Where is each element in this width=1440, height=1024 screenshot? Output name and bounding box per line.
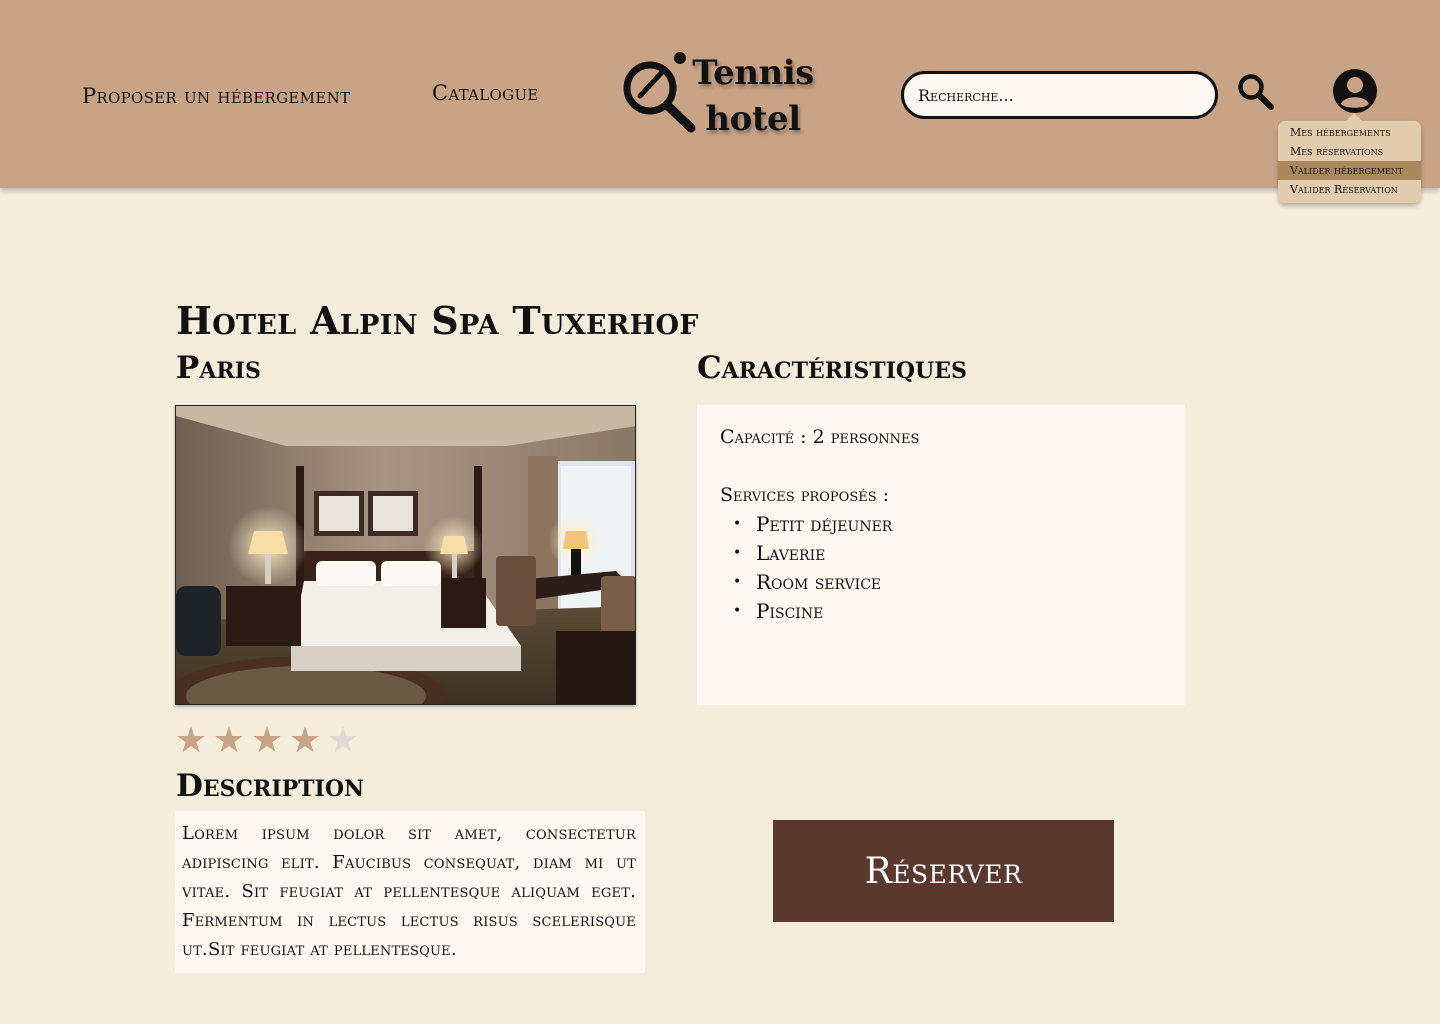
- capacity-text: Capacité : 2 personnes: [720, 426, 920, 448]
- menu-item-my-reservations[interactable]: Mes réservations: [1278, 142, 1421, 161]
- logo-line-1: Tennis: [692, 53, 814, 93]
- user-circle-icon: [1333, 69, 1377, 113]
- characteristics-title: Caractéristiques: [697, 350, 967, 386]
- service-item-label: Room service: [756, 570, 882, 594]
- services-list: • Petit déjeuner • Laverie • Room service •…: [720, 510, 1185, 626]
- service-item-label: Piscine: [756, 599, 824, 623]
- search-button[interactable]: [1236, 72, 1276, 112]
- services-label: Services proposés :: [720, 484, 890, 506]
- description-box: Lorem ipsum dolor sit amet, consectetur …: [175, 811, 645, 973]
- characteristics-box: Capacité : 2 personnes Services proposés…: [697, 405, 1185, 705]
- star-filled-icon: ★: [212, 720, 246, 761]
- service-item: • Room service: [733, 570, 882, 594]
- nav-propose-accommodation[interactable]: Proposer un hébergement: [82, 84, 350, 108]
- search-box: [901, 71, 1218, 119]
- logo-text: Tennis hotel: [688, 50, 818, 142]
- star-filled-icon: ★: [250, 720, 284, 761]
- search-icon: [1238, 74, 1274, 110]
- service-item: • Laverie: [733, 541, 826, 565]
- service-item-label: Petit déjeuner: [756, 512, 893, 536]
- logo[interactable]: Tennis hotel: [618, 48, 818, 148]
- service-item: • Petit déjeuner: [733, 512, 893, 536]
- hotel-room-image: [176, 406, 635, 704]
- description-title: Description: [176, 768, 365, 804]
- nav-catalogue[interactable]: Catalogue: [432, 81, 539, 105]
- logo-line-2: hotel: [705, 99, 801, 139]
- search-input[interactable]: [904, 74, 1215, 116]
- menu-item-validate-reservation[interactable]: Valider Réservation: [1278, 180, 1421, 199]
- menu-item-my-accommodations[interactable]: Mes hébergements: [1278, 123, 1421, 142]
- service-item-label: Laverie: [756, 541, 826, 565]
- tennis-racket-magnifier-icon: [623, 52, 696, 133]
- service-item: • Piscine: [733, 599, 824, 623]
- description-text: Lorem ipsum dolor sit amet, consectetur …: [182, 823, 636, 960]
- star-filled-icon: ★: [288, 720, 322, 761]
- star-filled-icon: ★: [174, 720, 208, 761]
- reserve-button[interactable]: Réserver: [773, 820, 1114, 922]
- user-menu-dropdown: Mes hébergements Mes réservations Valide…: [1278, 113, 1421, 203]
- user-account-button[interactable]: [1332, 68, 1378, 114]
- hotel-city: Paris: [176, 350, 261, 386]
- hotel-room-photo: [175, 405, 636, 705]
- hotel-name: Hotel Alpin Spa Tuxerhof: [176, 298, 699, 343]
- top-header: Proposer un hébergement Catalogue Tennis…: [0, 0, 1440, 203]
- star-empty-icon: ★: [326, 720, 360, 761]
- star-rating: ★ ★ ★ ★ ★: [172, 722, 362, 760]
- menu-item-validate-accommodation[interactable]: Valider hébergement: [1278, 161, 1421, 180]
